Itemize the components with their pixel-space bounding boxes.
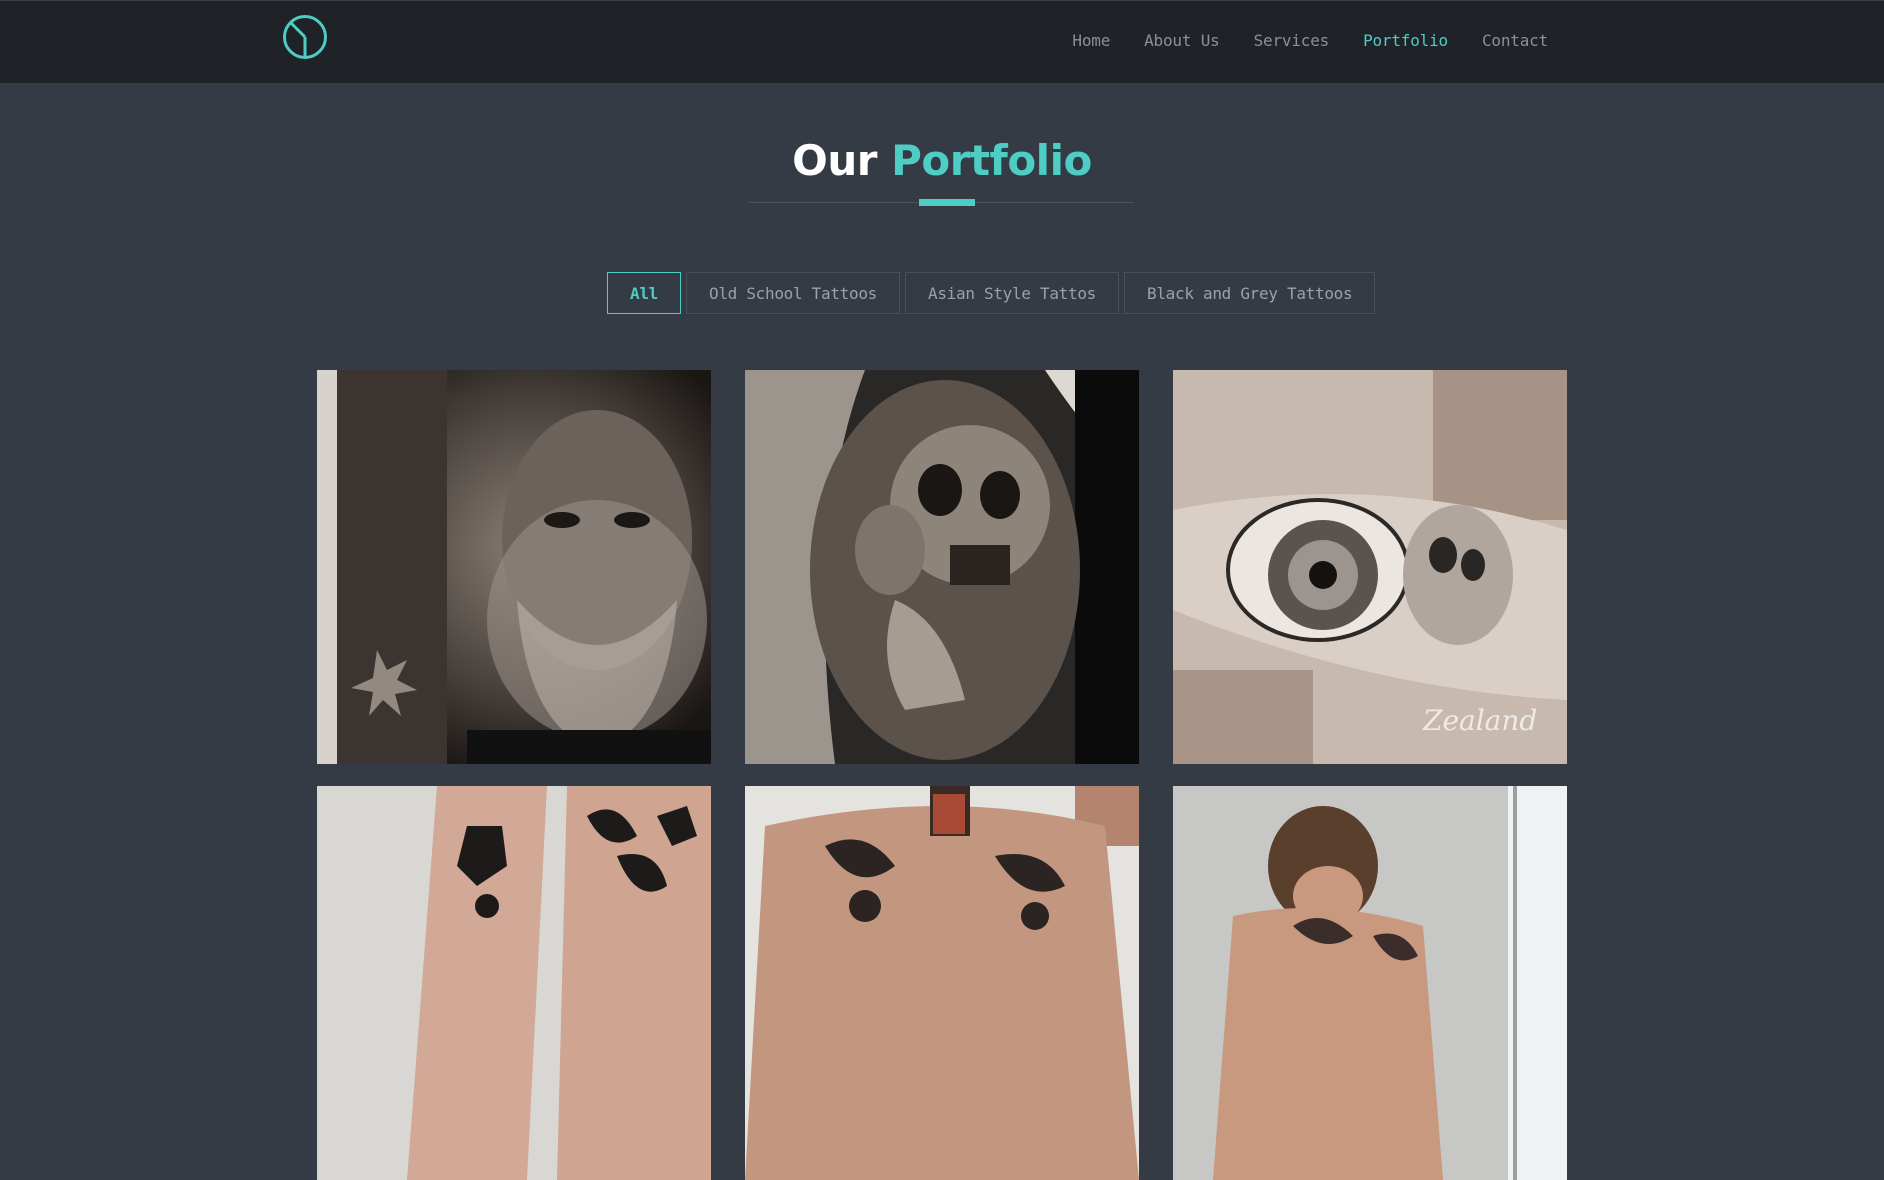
bearded-portrait-tattoo-image <box>317 370 711 764</box>
nav-link-portfolio[interactable]: Portfolio <box>1363 31 1448 50</box>
portfolio-item[interactable] <box>745 370 1139 764</box>
nav-link-services[interactable]: Services <box>1254 31 1330 50</box>
filter-black-grey-button[interactable]: Black and Grey Tattoos <box>1124 272 1376 314</box>
skull-hand-tattoo-image <box>745 370 1139 764</box>
nav-link-about-us[interactable]: About Us <box>1144 31 1220 50</box>
section-title: Our Portfolio <box>0 136 1884 185</box>
portfolio-filters: All Old School Tattoos Asian Style Tatto… <box>607 272 1380 314</box>
filter-asian-style-button[interactable]: Asian Style Tattos <box>905 272 1119 314</box>
main-nav: Home About Us Services Portfolio Contact <box>1038 31 1548 50</box>
portfolio-item[interactable] <box>1173 786 1567 1180</box>
chest-tattoo-image <box>745 786 1139 1180</box>
section-title-accent: Portfolio <box>891 136 1092 185</box>
portfolio-item[interactable] <box>317 786 711 1180</box>
nav-link-contact[interactable]: Contact <box>1482 31 1548 50</box>
svg-text:Zealand: Zealand <box>1422 704 1537 737</box>
navbar: Home About Us Services Portfolio Contact <box>0 0 1884 83</box>
logo-icon[interactable] <box>282 14 328 60</box>
title-accent-bar <box>919 199 975 206</box>
clock-eye-tattoo-image: Zealand <box>1173 370 1567 764</box>
portfolio-item[interactable] <box>745 786 1139 1180</box>
portfolio-item[interactable]: Zealand <box>1173 370 1567 764</box>
portfolio-item[interactable] <box>317 370 711 764</box>
old-school-legs-tattoo-image <box>317 786 711 1180</box>
tattooed-man-image <box>1173 786 1567 1180</box>
nav-link-home[interactable]: Home <box>1072 31 1110 50</box>
filter-all-button[interactable]: All <box>607 272 681 314</box>
filter-old-school-button[interactable]: Old School Tattoos <box>686 272 900 314</box>
section-title-plain: Our <box>792 136 877 185</box>
